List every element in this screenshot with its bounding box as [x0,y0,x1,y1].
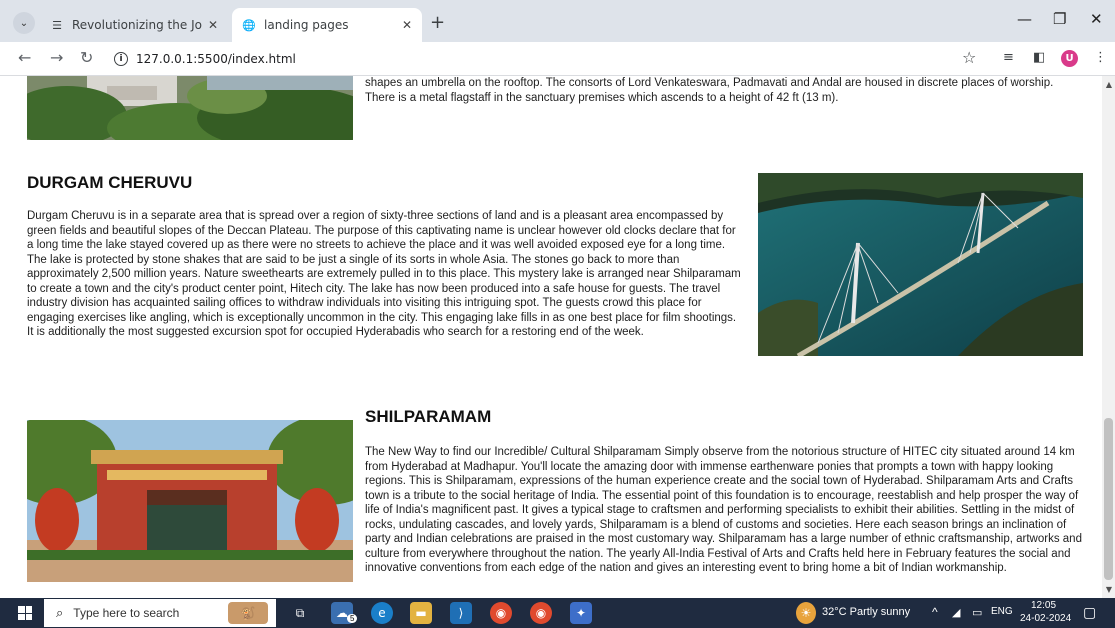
close-icon[interactable]: ✕ [402,18,412,32]
close-icon[interactable]: ✕ [208,18,218,32]
tab-strip: ⌄ ☰ Revolutionizing the Job Market ✕ 🌐 l… [0,0,1115,42]
url-text: 127.0.0.1:5500/index.html [136,52,296,66]
tab-search-button[interactable]: ⌄ [13,12,35,34]
scrollbar-thumb[interactable] [1104,418,1113,580]
durgam-cheruvu-heading: DURGAM CHERUVU [27,173,193,192]
tray-chevron-icon[interactable]: ^ [932,605,938,619]
address-bar[interactable]: i 127.0.0.1:5500/index.html [104,46,990,72]
weather-text[interactable]: 32°C Partly sunny [822,606,910,618]
clock-date[interactable]: 24-02-2024 [1020,613,1071,624]
reload-button[interactable]: ↻ [80,48,93,67]
tab-title: Revolutionizing the Job Market [72,18,202,32]
scroll-up-arrow-icon[interactable]: ▲ [1106,80,1112,89]
windows-start-icon[interactable] [18,606,32,620]
temple-image [27,76,353,140]
page-favicon-icon: ☰ [52,18,62,32]
clock-time[interactable]: 12:05 [1031,600,1056,611]
forward-button[interactable]: → [50,48,63,67]
browser-toolbar: ← → ↻ i 127.0.0.1:5500/index.html ☆ ≡ ◧ … [0,42,1115,76]
side-panel-icon[interactable]: ◧ [1033,50,1045,65]
app-icon[interactable]: ✦ [570,602,592,624]
task-view-icon[interactable]: ⧉ [289,602,311,624]
tab-title: landing pages [264,18,349,32]
chrome-active-icon[interactable]: ◉ [530,602,552,624]
scroll-down-arrow-icon[interactable]: ▼ [1106,585,1112,594]
page-viewport: shapes an umbrella on the rooftop. The c… [0,76,1115,598]
search-icon: ⌕ [56,605,64,621]
minimize-button[interactable]: — [1017,10,1032,28]
vscode-icon[interactable]: ⟩ [450,602,472,624]
reading-list-icon[interactable]: ≡ [1003,50,1014,65]
sun-cloud-icon: ☀ [796,602,816,624]
language-indicator[interactable]: ENG [991,606,1013,617]
notifications-icon[interactable]: ▢ [1083,604,1096,621]
tab-landing-pages[interactable]: 🌐 landing pages ✕ [232,8,422,42]
shilparamam-description: The New Way to find our Incredible/ Cult… [365,446,1082,574]
new-tab-button[interactable]: + [430,12,445,33]
search-highlight-icon[interactable]: 🐒 [228,602,268,624]
restore-button[interactable]: ❐ [1053,10,1066,28]
windows-taskbar: ⌕ Type here to search 🐒 ⧉ ☁ 5 e ▬ ⟩ ◉ ◉ … [0,598,1115,628]
shilparamam-gate-image [27,420,353,582]
profile-avatar[interactable]: U [1061,50,1078,67]
battery-icon[interactable]: ▭ [972,606,982,619]
notification-badge: 5 [347,614,358,623]
file-explorer-icon[interactable]: ▬ [410,602,432,624]
temple-description: shapes an umbrella on the rooftop. The c… [365,77,1054,104]
search-placeholder: Type here to search [73,606,180,620]
edge-icon[interactable]: e [371,602,393,624]
chrome-icon[interactable]: ◉ [490,602,512,624]
durgam-cheruvu-bridge-image [758,173,1083,356]
durgam-cheruvu-description: Durgam Cheruvu is in a separate area tha… [27,210,741,338]
shilparamam-heading: SHILPARAMAM [365,407,492,426]
info-icon[interactable]: i [114,52,128,66]
globe-icon: 🌐 [242,18,256,32]
bookmark-star-icon[interactable]: ☆ [962,48,976,67]
back-button[interactable]: ← [18,48,31,67]
vertical-scrollbar[interactable]: ▲ ▼ [1102,76,1115,598]
network-icon[interactable]: ◢ [952,606,960,619]
close-window-button[interactable]: ✕ [1090,10,1103,28]
tab-revolutionizing[interactable]: ☰ Revolutionizing the Job Market ✕ [40,8,228,42]
menu-icon[interactable]: ⋮ [1094,50,1107,65]
